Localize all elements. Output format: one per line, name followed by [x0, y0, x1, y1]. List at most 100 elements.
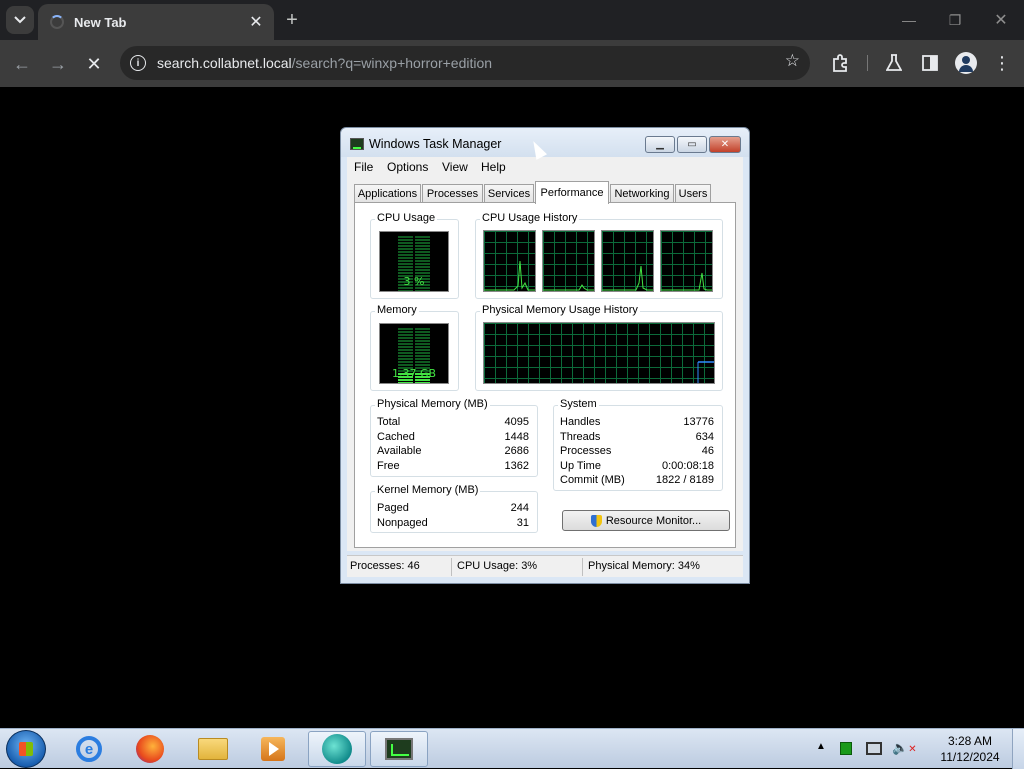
taskbar-explorer[interactable]	[188, 731, 238, 767]
cpu-history-line-core-3	[602, 265, 653, 291]
pm-row-cached: Cached 1448	[371, 431, 537, 445]
site-info-icon[interactable]: i	[130, 55, 146, 71]
task-manager-window: Windows Task Manager ▁ ▭ ✕ File Options …	[340, 127, 750, 584]
memory-meter-segment	[398, 328, 413, 330]
taskbar-browser[interactable]	[308, 731, 366, 767]
cpu-meter-segment	[398, 236, 413, 238]
bookmark-star-icon[interactable]: ☆	[785, 51, 800, 71]
tm-minimize-button[interactable]: ▁	[645, 136, 675, 153]
profile-avatar-icon[interactable]	[955, 52, 977, 74]
address-bar[interactable]: i search.collabnet.local/search?q=winxp+…	[120, 46, 810, 80]
tray-network-icon[interactable]	[866, 742, 882, 755]
browser-toolbar: ← → ✕ i search.collabnet.local/search?q=…	[0, 40, 1024, 87]
cpu-meter-segment	[398, 260, 413, 262]
memory-meter-segment	[398, 349, 413, 351]
taskbar-media-player[interactable]	[248, 731, 298, 767]
cpu-meter-segment	[398, 257, 413, 259]
browser-tabstrip: New Tab ✕ + — ❐ ✕	[0, 0, 1024, 40]
cpu-meter-segment	[415, 266, 430, 268]
cpu-meter-segment	[415, 251, 430, 253]
memory-meter-segment	[398, 331, 413, 333]
menu-help[interactable]: Help	[481, 160, 506, 174]
more-menu-icon[interactable]: ⋮	[991, 52, 1013, 74]
tab-services[interactable]: Services	[484, 184, 534, 203]
performance-tab-page: CPU Usage 3 % CPU Usage History Memory 1…	[354, 202, 736, 548]
cpu-usage-value: 3 %	[403, 275, 425, 288]
menu-view[interactable]: View	[442, 160, 468, 174]
cpu-meter-segment	[398, 248, 413, 250]
tray-volume-muted-icon[interactable]: 🔈✕	[892, 740, 917, 756]
status-processes: Processes: 46	[350, 560, 420, 572]
url-host: search.collabnet.local	[157, 55, 292, 71]
browser-tab[interactable]: New Tab ✕	[38, 4, 274, 40]
window-close-button[interactable]: ✕	[987, 8, 1015, 32]
cpu-meter-segment	[415, 236, 430, 238]
window-restore-button[interactable]: ❐	[941, 8, 969, 32]
back-button[interactable]: ←	[8, 50, 36, 78]
side-panel-icon[interactable]	[919, 52, 941, 74]
km-nonpaged-value: 31	[516, 517, 529, 529]
tray-expand-icon[interactable]: ▲	[816, 741, 826, 752]
taskbar-task-manager[interactable]	[370, 731, 428, 767]
folder-icon	[198, 738, 228, 760]
window-minimize-button[interactable]: —	[895, 8, 923, 32]
cpu-meter-segment	[415, 245, 430, 247]
tm-maximize-button[interactable]: ▭	[677, 136, 707, 153]
status-cpu: CPU Usage: 3%	[457, 560, 538, 572]
cpu-history-graph-core-3	[601, 230, 654, 292]
tab-processes[interactable]: Processes	[422, 184, 483, 203]
sys-row-processes: Processes 46	[554, 445, 722, 459]
memory-history-line	[697, 361, 714, 383]
km-paged-value: 244	[510, 502, 529, 514]
memory-history-graph	[483, 322, 715, 384]
memory-value: 1.37 GB	[391, 367, 437, 380]
memory-meter-segment	[415, 364, 430, 366]
tab-performance[interactable]: Performance	[535, 181, 609, 204]
sys-commit-label: Commit (MB)	[560, 474, 625, 486]
memory-meter-segment	[398, 355, 413, 357]
pm-total-label: Total	[377, 416, 401, 428]
tab-applications[interactable]: Applications	[354, 184, 421, 203]
tab-close-icon[interactable]: ✕	[246, 12, 266, 32]
new-tab-button[interactable]: +	[280, 8, 304, 32]
taskbar-internet-explorer[interactable]: e	[64, 731, 114, 767]
menu-options[interactable]: Options	[387, 160, 428, 174]
memory-meter-segment	[415, 382, 430, 383]
extensions-icon[interactable]	[829, 52, 851, 74]
show-desktop-button[interactable]	[1012, 729, 1024, 769]
cpu-history-group: CPU Usage History	[475, 212, 723, 299]
stop-loading-button[interactable]: ✕	[80, 50, 108, 78]
tab-networking[interactable]: Networking	[610, 184, 674, 203]
memory-meter-segment	[415, 337, 430, 339]
menu-file[interactable]: File	[354, 160, 373, 174]
tm-close-button[interactable]: ✕	[709, 136, 741, 153]
cpu-history-graph-core-2	[542, 230, 595, 292]
forward-button[interactable]: →	[44, 50, 72, 78]
media-player-icon	[261, 737, 285, 761]
physical-memory-label: Physical Memory (MB)	[375, 398, 490, 410]
url-text[interactable]: search.collabnet.local/search?q=winxp+ho…	[157, 55, 492, 71]
start-button[interactable]	[6, 730, 46, 768]
taskbar-firefox[interactable]	[125, 731, 175, 767]
labs-flask-icon[interactable]	[883, 52, 905, 74]
pm-free-value: 1362	[504, 460, 529, 472]
tab-search-button[interactable]	[6, 6, 34, 34]
pm-row-free: Free 1362	[371, 460, 537, 474]
task-manager-icon	[385, 738, 413, 760]
memory-meter-segment	[398, 343, 413, 345]
task-manager-app-icon	[350, 138, 364, 150]
memory-label: Memory	[375, 304, 419, 316]
pm-available-value: 2686	[504, 445, 529, 457]
km-paged-label: Paged	[377, 502, 409, 514]
internet-explorer-icon: e	[76, 736, 102, 762]
tab-users[interactable]: Users	[675, 184, 711, 203]
tm-menubar: File Options View Help	[347, 157, 743, 177]
pm-row-available: Available 2686	[371, 445, 537, 459]
sys-processes-value: 46	[701, 445, 714, 457]
memory-meter-segment	[398, 358, 413, 360]
cpu-history-graph-core-4	[660, 230, 713, 292]
system-group: System Handles 13776 Threads 634 Processes…	[553, 398, 723, 491]
taskbar-clock[interactable]: 3:28 AM 11/12/2024	[935, 733, 1005, 765]
tray-cpu-meter-icon[interactable]	[840, 742, 852, 755]
resource-monitor-button[interactable]: Resource Monitor...	[562, 510, 730, 531]
